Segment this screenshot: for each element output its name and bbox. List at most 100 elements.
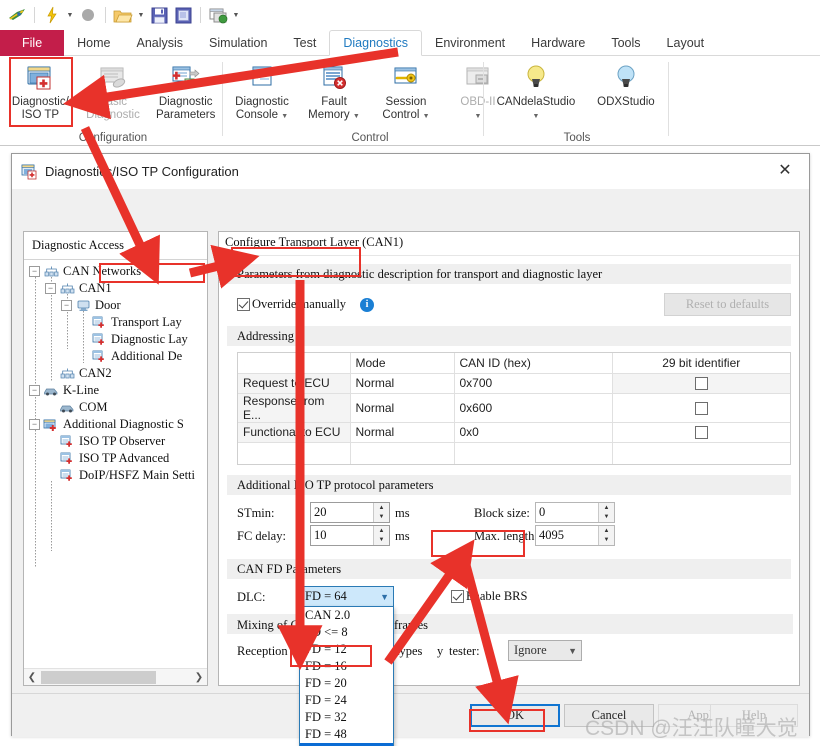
dlc-dropdown-list[interactable]: CAN 2.0 FD <= 8 FD = 12 FD = 16 FD = 20 … xyxy=(299,606,394,746)
row-mode-response-from-ecu[interactable]: Normal xyxy=(349,392,455,423)
table-row[interactable]: Response from E... Normal 0x600 xyxy=(238,392,790,423)
expander-icon[interactable]: − xyxy=(29,419,40,430)
dlc-option-fd-20[interactable]: FD = 20 xyxy=(300,675,393,692)
dlc-option-fd-24[interactable]: FD = 24 xyxy=(300,692,393,709)
row-29bit-request-to-ecu[interactable] xyxy=(611,372,790,394)
row-mode-functional-to-ecu[interactable]: Normal xyxy=(349,421,455,443)
fcdelay-stepper[interactable]: 10 ▲ ▼ xyxy=(310,525,390,546)
ribbon-button-basic-diagnostic[interactable]: Basic Diagnostic xyxy=(77,59,150,122)
chevron-down-icon[interactable]: ▼ xyxy=(353,113,360,120)
reset-to-defaults-button[interactable]: Reset to defaults xyxy=(664,293,791,316)
tree-node-can1[interactable]: − CAN1 xyxy=(24,280,207,297)
spin-down-icon[interactable]: ▼ xyxy=(599,513,614,523)
expander-icon[interactable]: − xyxy=(29,385,40,396)
save-as-icon[interactable] xyxy=(172,4,194,26)
spin-up-icon[interactable]: ▲ xyxy=(599,503,614,513)
ribbon-button-diagnostic-parameters[interactable]: Diagnostic Parameters xyxy=(149,59,222,122)
dlc-option-fd-16[interactable]: FD = 16 xyxy=(300,658,393,675)
chevron-down-icon[interactable]: ▼ xyxy=(475,113,482,120)
tree-node-additional-diagnostic-settings[interactable]: − Additional Diagnostic S xyxy=(24,416,207,433)
ribbon-button-candelastudio[interactable]: CANdelaStudio ▼ xyxy=(487,59,585,123)
dlc-option-fd-48[interactable]: FD = 48 xyxy=(300,726,393,743)
override-manually-checkbox[interactable] xyxy=(237,298,250,311)
tree-node-com[interactable]: COM xyxy=(24,399,207,416)
dlc-option-fd-le-8[interactable]: FD <= 8 xyxy=(300,624,393,641)
spin-up-icon[interactable]: ▲ xyxy=(374,503,389,513)
save-icon[interactable] xyxy=(148,4,170,26)
row-29bit-functional-to-ecu[interactable] xyxy=(611,421,790,443)
spin-up-icon[interactable]: ▲ xyxy=(599,526,614,536)
chevron-down-icon[interactable]: ▼ xyxy=(532,113,539,120)
tab-diagnostics[interactable]: Diagnostics xyxy=(329,30,422,56)
fcdelay-input[interactable]: 10 xyxy=(311,526,373,545)
quick-access-overflow[interactable]: ▼ xyxy=(231,5,241,25)
quick-access-caret-1[interactable]: ▼ xyxy=(65,5,75,25)
tree-node-k-line[interactable]: − K-Line xyxy=(24,382,207,399)
spin-down-icon[interactable]: ▼ xyxy=(374,536,389,546)
29bit-checkbox[interactable] xyxy=(694,401,708,415)
chevron-down-icon[interactable]: ▼ xyxy=(380,592,389,602)
spin-down-icon[interactable]: ▼ xyxy=(374,513,389,523)
tree-node-iso-tp-observer[interactable]: ISO TP Observer xyxy=(24,433,207,450)
tree-node-transport-layer[interactable]: Transport Lay xyxy=(24,314,207,331)
record-stop-icon[interactable] xyxy=(77,4,99,26)
tree-node-diagnostic-layer[interactable]: Diagnostic Lay xyxy=(24,331,207,348)
tab-tools[interactable]: Tools xyxy=(598,30,653,56)
ribbon-button-diagnostic-console[interactable]: Diagnostic Console ▼ xyxy=(226,59,298,123)
spin-down-icon[interactable]: ▼ xyxy=(599,536,614,546)
close-icon[interactable]: ✕ xyxy=(765,157,805,183)
blocksize-stepper[interactable]: 0 ▲ ▼ xyxy=(535,502,615,523)
dlc-option-can-20[interactable]: CAN 2.0 xyxy=(300,607,393,624)
chevron-down-icon[interactable]: ▼ xyxy=(568,646,577,656)
app-logo-icon[interactable] xyxy=(6,4,28,26)
tab-environment[interactable]: Environment xyxy=(422,30,518,56)
maxlength-input[interactable]: 4095 xyxy=(536,526,598,545)
stmin-input[interactable]: 20 xyxy=(311,503,373,522)
ok-button[interactable]: OK xyxy=(470,704,560,727)
tab-file[interactable]: File xyxy=(0,30,65,56)
tab-simulation[interactable]: Simulation xyxy=(196,30,280,56)
scroll-right-arrow-icon[interactable]: ❯ xyxy=(192,672,206,683)
tree-scroll-area[interactable]: − CAN Networks − CAN1 − Door Transport L… xyxy=(24,260,207,668)
scrollbar-thumb[interactable] xyxy=(41,670,156,684)
ribbon-button-fault-memory[interactable]: Fault Memory ▼ xyxy=(298,59,370,123)
tab-analysis[interactable]: Analysis xyxy=(124,30,197,56)
open-folder-icon[interactable] xyxy=(112,4,134,26)
ribbon-button-session-control[interactable]: Session Control ▼ xyxy=(370,59,442,123)
tab-layout[interactable]: Layout xyxy=(654,30,718,56)
tree-horizontal-scrollbar[interactable]: ❮ ❯ xyxy=(24,668,207,685)
table-row[interactable]: Request to ECU Normal 0x700 xyxy=(238,372,790,394)
chevron-down-icon[interactable]: ▼ xyxy=(423,113,430,120)
tab-hardware[interactable]: Hardware xyxy=(518,30,598,56)
tab-home[interactable]: Home xyxy=(64,30,123,56)
blocksize-input[interactable]: 0 xyxy=(536,503,598,522)
tab-test[interactable]: Test xyxy=(280,30,329,56)
dlc-option-fd-32[interactable]: FD = 32 xyxy=(300,709,393,726)
tree-node-can2[interactable]: CAN2 xyxy=(24,365,207,382)
scroll-left-arrow-icon[interactable]: ❮ xyxy=(25,672,39,683)
maxlength-spinner[interactable]: ▲ ▼ xyxy=(598,526,614,545)
expander-icon[interactable]: − xyxy=(61,300,72,311)
quick-access-caret-2[interactable]: ▼ xyxy=(136,5,146,25)
tree-node-door[interactable]: − Door xyxy=(24,297,207,314)
reception-combobox[interactable]: Ignore ▼ xyxy=(508,640,582,661)
blocksize-spinner[interactable]: ▲ ▼ xyxy=(598,503,614,522)
fcdelay-spinner[interactable]: ▲ ▼ xyxy=(373,526,389,545)
row-29bit-response-from-ecu[interactable] xyxy=(611,392,790,423)
ribbon-button-odxstudio[interactable]: ODXStudio xyxy=(585,59,667,109)
ribbon-button-diagnostic-iso-tp[interactable]: Diagnostic/ ISO TP xyxy=(4,59,77,122)
enable-brs-checkbox-row[interactable]: Enable BRS xyxy=(451,589,527,604)
29bit-checkbox[interactable] xyxy=(694,426,708,440)
override-manually-checkbox-row[interactable]: Override manually xyxy=(237,297,346,312)
tree-node-additional-description[interactable]: Additional De xyxy=(24,348,207,365)
tree-node-can-networks[interactable]: − CAN Networks xyxy=(24,263,207,280)
dlc-combobox[interactable]: FD = 64 ▼ xyxy=(299,586,394,607)
open-desktop-icon[interactable] xyxy=(207,4,229,26)
row-canid-functional-to-ecu[interactable]: 0x0 xyxy=(453,421,613,443)
table-row[interactable]: Functional to ECU Normal 0x0 xyxy=(238,421,790,443)
maxlength-stepper[interactable]: 4095 ▲ ▼ xyxy=(535,525,615,546)
expander-icon[interactable]: − xyxy=(45,283,56,294)
tree-node-iso-tp-advanced[interactable]: ISO TP Advanced xyxy=(24,450,207,467)
row-mode-request-to-ecu[interactable]: Normal xyxy=(349,372,455,394)
row-canid-request-to-ecu[interactable]: 0x700 xyxy=(453,372,613,394)
